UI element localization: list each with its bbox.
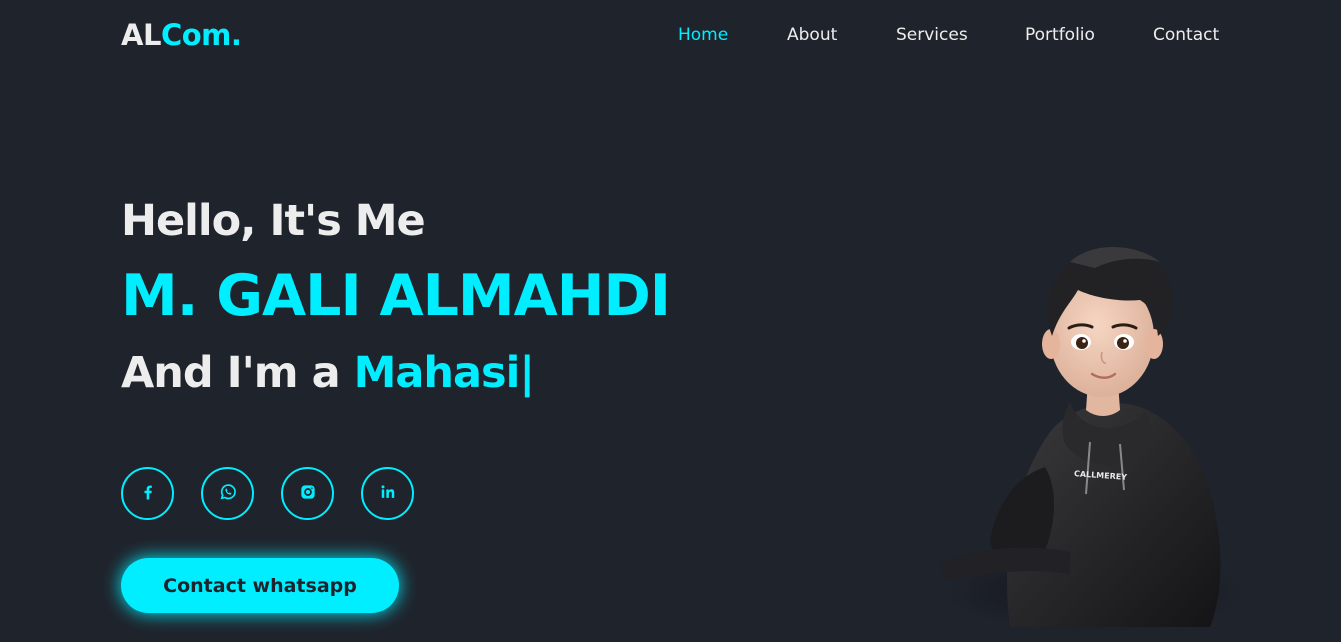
instagram-link[interactable] [281,467,334,520]
nav-portfolio[interactable]: Portfolio [1025,25,1095,45]
linkedin-icon [378,482,398,506]
role-line: And I'm a Mahasi| [121,342,821,404]
facebook-link[interactable] [121,467,174,520]
greeting: Hello, It's Me [121,196,426,246]
contact-whatsapp-button[interactable]: Contact whatsapp [121,558,399,613]
main-nav: Home About Services Portfolio Contact [0,25,1341,49]
avatar-image: CALLMEREY [920,232,1245,638]
nav-services[interactable]: Services [896,25,968,45]
role-typed: Mahasi [353,348,521,398]
hero-name: M. GALI ALMAHDI [121,263,671,329]
nav-about[interactable]: About [787,25,837,45]
role-prefix: And I'm a [121,348,354,398]
nav-home[interactable]: Home [678,25,728,45]
whatsapp-icon [218,482,238,506]
linkedin-link[interactable] [361,467,414,520]
instagram-icon [298,482,318,506]
facebook-icon [138,482,158,506]
header: ALCom. Home About Services Portfolio Con… [0,0,1341,72]
typing-caret: | [519,348,535,398]
nav-contact[interactable]: Contact [1153,25,1219,45]
hero-content: Hello, It's Me M. GALI ALMAHDI And I'm a… [121,190,821,404]
whatsapp-link[interactable] [201,467,254,520]
